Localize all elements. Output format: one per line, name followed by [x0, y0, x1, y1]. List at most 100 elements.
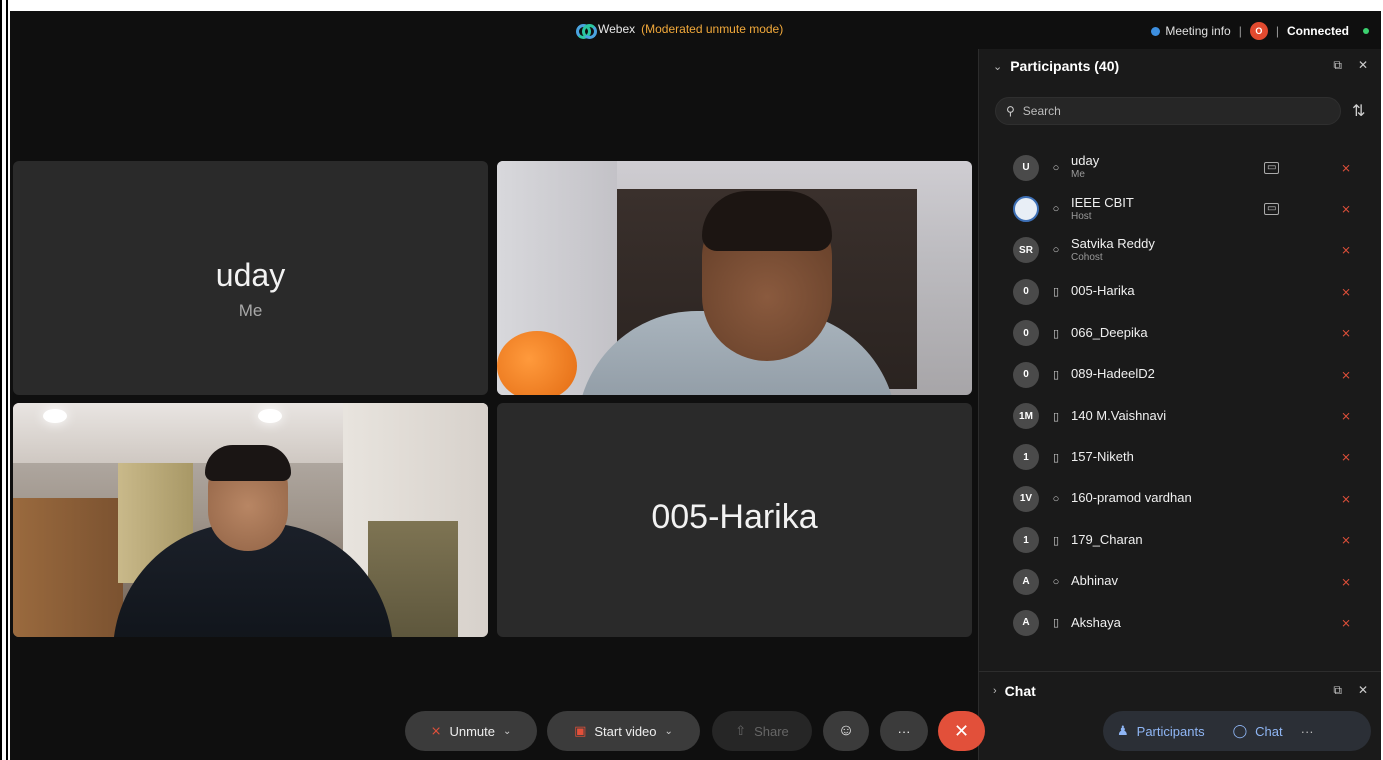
share-button[interactable]: ⇧ Share	[712, 711, 812, 751]
participant-row[interactable]: 1 ▯ 179_Charan ⨯	[979, 520, 1381, 561]
avatar: 1	[1013, 444, 1039, 471]
more-options-button[interactable]: ···	[880, 711, 928, 751]
participant-row[interactable]: 0 ▯ 089-HadeelD2 ⨯	[979, 354, 1381, 395]
participant-name: Satvika Reddy	[1071, 236, 1155, 252]
meeting-info-label: Meeting info	[1165, 24, 1231, 38]
participant-name: Akshaya	[1071, 614, 1121, 630]
popout-icon[interactable]: ⧉	[1333, 683, 1342, 698]
tile-subtitle: Me	[238, 301, 263, 320]
participants-toggle-button[interactable]: ♟ Participants	[1103, 723, 1219, 739]
chevron-down-icon[interactable]: ⌄	[503, 726, 511, 737]
mic-muted-icon[interactable]: ⨯	[1341, 243, 1351, 257]
participant-row[interactable]: ○ IEEE CBIT Host ▭ ⨯	[979, 188, 1381, 229]
participant-name: 160-pramod vardhan	[1071, 490, 1192, 506]
participant-name: 140 M.Vaishnavi	[1071, 407, 1167, 423]
video-off-icon: ▣	[574, 723, 587, 738]
video-tile-camera-2[interactable]	[13, 403, 488, 637]
participant-name: 005-Harika	[1071, 283, 1135, 299]
chat-panel-header[interactable]: › Chat ⧉ ✕	[979, 671, 1381, 709]
participant-row[interactable]: SR ○ Satvika Reddy Cohost ⨯	[979, 230, 1381, 271]
participant-row[interactable]: 1 ▯ 157-Niketh ⨯	[979, 437, 1381, 478]
mic-muted-icon[interactable]: ⨯	[1341, 616, 1351, 630]
separator: |	[1238, 24, 1242, 38]
smiley-icon: ☺	[837, 722, 855, 739]
start-video-label: Start video	[594, 723, 657, 739]
participants-title: Participants (40)	[1010, 58, 1120, 74]
left-window-border	[0, 0, 8, 760]
phone-icon: ▯	[1052, 410, 1060, 423]
share-icon: ⇧	[735, 723, 747, 738]
avatar: 1M	[1013, 403, 1039, 430]
leave-meeting-button[interactable]: ✕	[938, 711, 985, 751]
mic-muted-icon[interactable]: ⨯	[1341, 285, 1351, 299]
avatar: 0	[1013, 361, 1039, 388]
video-tile-harika[interactable]: 005-Harika	[497, 403, 972, 637]
meeting-info-button[interactable]: Meeting info	[1151, 24, 1231, 38]
unmute-label: Unmute	[449, 723, 496, 739]
chat-bubble-icon: ◯	[1232, 723, 1248, 738]
mic-muted-icon[interactable]: ⨯	[1341, 202, 1351, 216]
panel-toggles: ♟ Participants ◯ Chat ···	[1103, 711, 1371, 751]
mic-muted-icon[interactable]: ⨯	[1341, 533, 1351, 547]
chevron-right-icon[interactable]: ›	[993, 685, 997, 697]
close-icon[interactable]: ✕	[1358, 683, 1368, 698]
participant-row[interactable]: 0 ▯ 005-Harika ⨯	[979, 271, 1381, 312]
close-icon[interactable]: ✕	[1358, 58, 1368, 73]
participant-row[interactable]: 0 ▯ 066_Deepika ⨯	[979, 313, 1381, 354]
participant-row[interactable]: U ○ uday Me ▭ ⨯	[979, 147, 1381, 188]
participant-row[interactable]: 1M ▯ 140 M.Vaishnavi ⨯	[979, 395, 1381, 436]
tile-name: uday	[215, 257, 286, 293]
phone-icon: ▯	[1052, 451, 1060, 464]
camera-feed-image	[497, 161, 972, 395]
mic-muted-icon[interactable]: ⨯	[1341, 409, 1351, 423]
chat-toggle-label: Chat	[1255, 723, 1283, 739]
sort-list-icon[interactable]: ⇅	[1352, 101, 1370, 120]
avatar: 1	[1013, 527, 1039, 554]
reactions-button[interactable]: ☺	[823, 711, 869, 751]
popout-icon[interactable]: ⧉	[1333, 58, 1342, 73]
recording-badge[interactable]: O	[1249, 22, 1268, 40]
camera-feed-image	[13, 403, 488, 637]
headset-icon: ○	[1052, 244, 1060, 257]
headset-icon: ○	[1052, 203, 1060, 216]
chevron-down-icon[interactable]: ⌄	[993, 60, 1002, 73]
chat-toggle-button[interactable]: ◯ Chat	[1219, 723, 1297, 739]
meeting-controls: ⨯ Unmute ⌄ ▣ Start video ⌄ ⇧ Share ☺ ···…	[10, 711, 1381, 753]
participant-row[interactable]: A ▯ Akshaya ⨯	[979, 602, 1381, 643]
participant-name: 157-Niketh	[1071, 448, 1134, 464]
chevron-down-icon[interactable]: ⌄	[665, 726, 673, 737]
phone-icon: ▯	[1052, 286, 1060, 299]
app-name: Webex	[598, 22, 636, 36]
search-input[interactable]	[1022, 104, 1313, 118]
participants-toggle-label: Participants	[1136, 723, 1205, 739]
headset-icon: ○	[1052, 161, 1060, 174]
start-video-button[interactable]: ▣ Start video ⌄	[547, 711, 700, 751]
video-tile-self[interactable]: uday Me	[13, 161, 488, 395]
participants-header[interactable]: ⌄ Participants (40) ⧉ ✕	[979, 49, 1381, 83]
unmute-button[interactable]: ⨯ Unmute ⌄	[405, 711, 537, 751]
info-icon	[1151, 26, 1161, 36]
mic-muted-icon[interactable]: ⨯	[1341, 575, 1351, 589]
participant-row[interactable]: A ○ Abhinav ⨯	[979, 561, 1381, 602]
top-right-status: Meeting info | O | Connected	[1151, 22, 1369, 40]
mic-muted-icon[interactable]: ⨯	[1341, 161, 1351, 175]
avatar: A	[1013, 568, 1039, 595]
headset-icon: ○	[1052, 575, 1060, 588]
mic-muted-icon[interactable]: ⨯	[1341, 326, 1351, 340]
avatar: SR	[1013, 237, 1039, 264]
mic-muted-icon[interactable]: ⨯	[1341, 450, 1351, 464]
participant-name: 066_Deepika	[1071, 324, 1148, 340]
search-icon: ⚲	[1006, 104, 1015, 118]
video-tile-camera-1[interactable]	[497, 161, 972, 395]
mic-muted-icon[interactable]: ⨯	[1341, 492, 1351, 506]
top-bar: Webex (Moderated unmute mode) Meeting in…	[10, 11, 1381, 49]
participant-search[interactable]: ⚲	[995, 97, 1341, 125]
overflow-menu-button[interactable]: ···	[1297, 724, 1314, 739]
participants-panel: ⌄ Participants (40) ⧉ ✕ ⚲ ⇅ U ○ udayMe ▭…	[978, 49, 1381, 760]
tile-name: 005-Harika	[651, 498, 818, 536]
participant-row[interactable]: 1V ○ 160-pramod vardhan ⨯	[979, 478, 1381, 519]
mic-muted-icon[interactable]: ⨯	[1341, 368, 1351, 382]
separator: |	[1275, 24, 1279, 38]
connection-status: Connected	[1286, 24, 1349, 38]
phone-icon: ▯	[1052, 534, 1060, 547]
